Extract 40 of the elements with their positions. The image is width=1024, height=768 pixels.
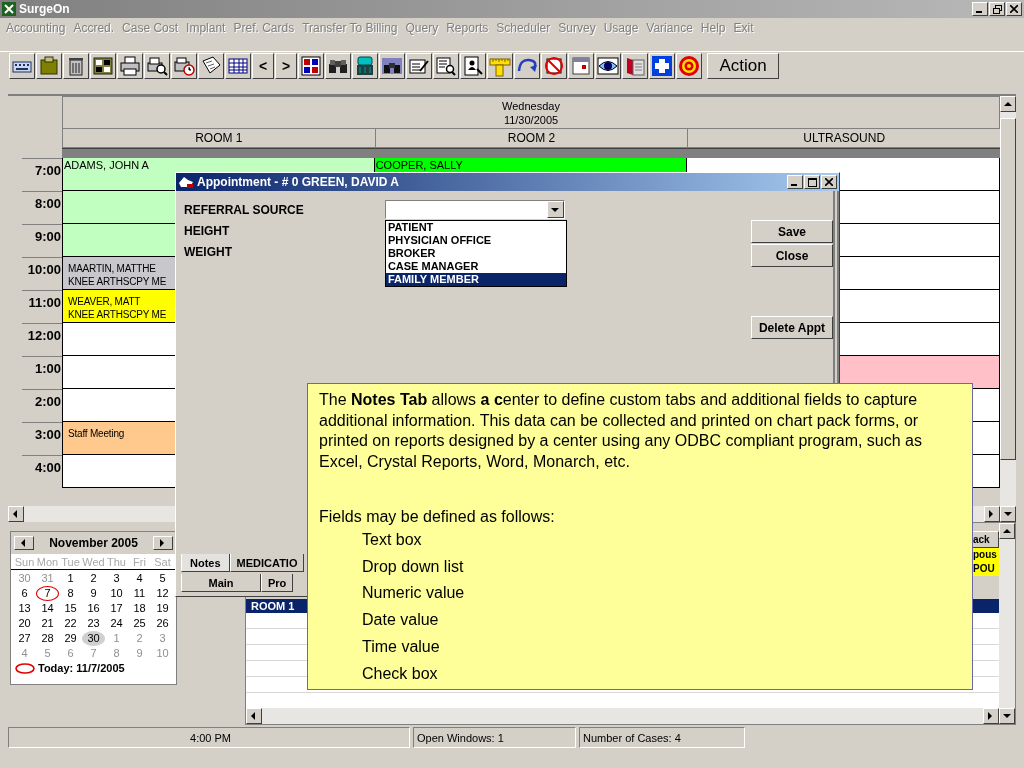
- note-paragraph: The Notes Tab allows a center to define custom tabs and additional fields to capture additional information. This data can be collected and printed on chart pack forms, or printed on reports designed by a center using any ODBC compliant program, such as Excel, Crystal Reports, Word, Monarch, etc.: [319, 390, 923, 472]
- dialog-title: Appointment - # 0 GREEN, DAVID A: [197, 175, 399, 189]
- weekday-label: Wed: [82, 556, 105, 569]
- column-header: ULTRASOUND: [687, 128, 1000, 148]
- note-text: Fields may be defined as follows:: [319, 507, 555, 527]
- appointment-text: Staff Meeting: [67, 427, 126, 440]
- appointment-text: KNEE ARTHSCPY ME: [67, 275, 168, 288]
- field-label: WEIGHT: [184, 244, 233, 261]
- field-type-item: Drop down list: [362, 556, 464, 577]
- field-type-item: Text box: [362, 530, 422, 550]
- weekday-label: Fri: [132, 556, 147, 569]
- column-header: ROOM 2: [374, 128, 688, 148]
- status-panel: 4:00 PM: [8, 727, 410, 748]
- appointment-text: KNEE ARTHSCPY ME: [67, 308, 168, 321]
- column-header: ROOM 1: [62, 128, 375, 148]
- appointment-text: WEAVER, MATT: [67, 295, 142, 308]
- field-type-item: Numeric value: [362, 583, 465, 604]
- status-panel: Number of Cases: 4: [579, 727, 745, 748]
- appointment-text: MAARTIN, MATTHE: [67, 262, 157, 275]
- row-label: ROOM 1: [250, 600, 295, 612]
- weekday-label: Sat: [153, 556, 172, 569]
- table-cell: POU: [972, 562, 999, 576]
- appointment-text: COOPER, SALLY: [375, 159, 464, 172]
- field-label: REFERRAL SOURCE: [184, 202, 305, 219]
- weekday-label: Tue: [60, 556, 81, 569]
- field-type-item: Check box: [362, 663, 438, 684]
- weekday-label: Mon: [36, 556, 59, 569]
- month-title: November 2005: [49, 536, 138, 550]
- weekday-label: Sun: [13, 556, 36, 569]
- status-panel: Open Windows: 1: [413, 727, 576, 748]
- window-title: SurgeOn: [19, 2, 71, 16]
- column-header: ack: [972, 531, 999, 548]
- field-label: HEIGHT: [184, 223, 231, 240]
- table-cell: pous: [972, 548, 999, 562]
- weekday-label: Thu: [106, 556, 127, 569]
- day-label: Wednesday: [502, 98, 560, 113]
- appointment-text: ADAMS, JOHN A: [64, 159, 150, 172]
- field-type-item: Date value: [362, 610, 439, 631]
- date-label: 11/30/2005: [503, 112, 559, 127]
- field-type-item: Time value: [362, 636, 440, 657]
